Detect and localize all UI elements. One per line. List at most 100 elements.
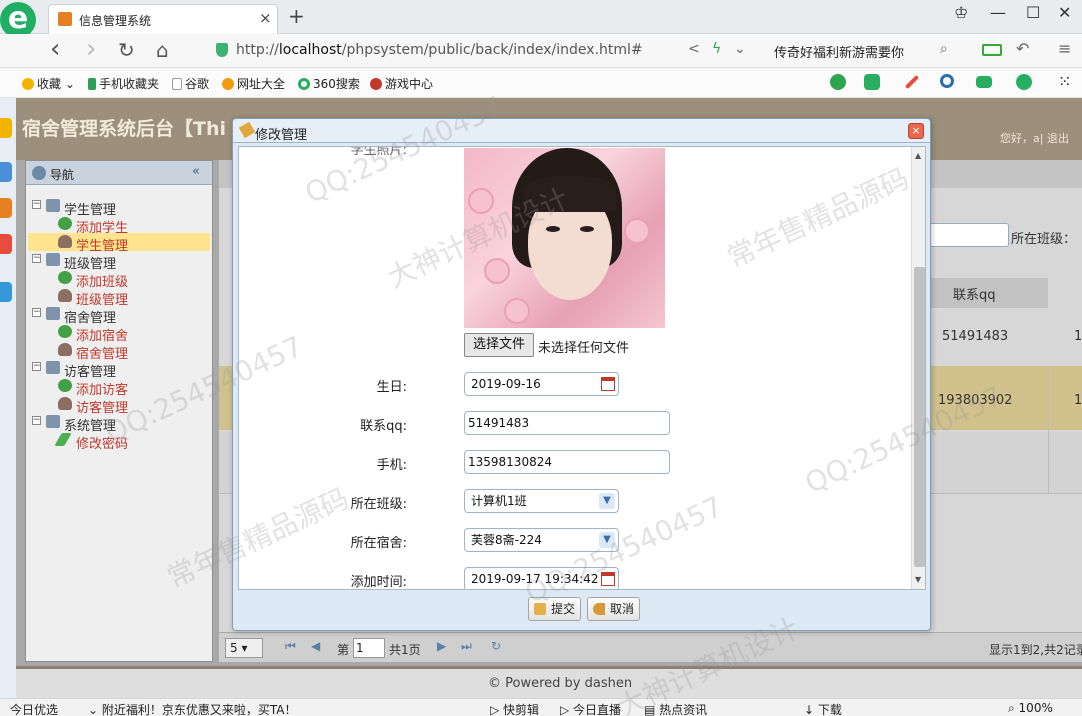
- new-tab-button[interactable]: +: [288, 4, 305, 28]
- money-icon[interactable]: [1016, 74, 1032, 90]
- back-button[interactable]: ‹: [50, 34, 60, 64]
- globe-icon: [32, 166, 46, 180]
- status-news-ticker[interactable]: ⌄ 附近福利！京东优惠又来啦，买TA！: [88, 701, 296, 716]
- class-select[interactable]: 计算机1班 ▼: [464, 489, 619, 513]
- qq-input[interactable]: 51491483: [464, 411, 670, 435]
- side-doc-icon[interactable]: [0, 162, 12, 182]
- undo-icon[interactable]: ↶: [1016, 39, 1029, 58]
- app-title: 宿舍管理系统后台【Thi: [22, 118, 227, 140]
- status-zoom[interactable]: ⌕ 100%: [1008, 701, 1053, 716]
- phone-input[interactable]: 13598130824: [464, 450, 670, 474]
- tab-close-icon[interactable]: ×: [259, 9, 272, 27]
- tree-group[interactable]: − 班级管理: [28, 251, 210, 272]
- pencil-icon: [238, 121, 256, 139]
- tree-item[interactable]: 访客管理: [28, 395, 210, 416]
- home-button[interactable]: ⌂: [156, 38, 169, 62]
- side-favorite-icon[interactable]: [0, 118, 12, 138]
- side-weibo-icon[interactable]: [0, 198, 12, 218]
- calendar-icon[interactable]: [601, 377, 615, 391]
- chat-icon[interactable]: [830, 74, 846, 90]
- scroll-up-icon[interactable]: ▲: [915, 151, 921, 160]
- collapse-icon[interactable]: «: [192, 164, 200, 179]
- refresh-icon[interactable]: ↻: [491, 639, 501, 653]
- tree-item[interactable]: 宿舍管理: [28, 341, 210, 362]
- dorm-select[interactable]: 芙蓉8斋-224 ▼: [464, 528, 619, 552]
- side-app-icon[interactable]: [0, 234, 12, 254]
- collapse-toggle-icon[interactable]: −: [32, 308, 41, 317]
- prev-page-icon[interactable]: ◀: [311, 639, 320, 653]
- choose-file-button[interactable]: 选择文件: [464, 333, 534, 357]
- cancel-button[interactable]: 取消: [587, 597, 640, 621]
- search-input[interactable]: [927, 223, 1009, 247]
- status-live[interactable]: ▷ 今日直播: [560, 701, 621, 716]
- bookmark-google[interactable]: 谷歌: [172, 75, 209, 92]
- side-mail-icon[interactable]: [0, 282, 12, 302]
- tree-group[interactable]: − 系统管理: [28, 413, 210, 434]
- collapse-toggle-icon[interactable]: −: [32, 254, 41, 263]
- chevron-down-icon[interactable]: ▼: [599, 532, 615, 548]
- bookmark-favorites[interactable]: 收藏 ⌄: [22, 75, 75, 92]
- submit-button[interactable]: 提交: [528, 597, 581, 621]
- tree-group[interactable]: − 访客管理: [28, 359, 210, 380]
- browser-side-strip: [0, 98, 16, 698]
- user-logout-link[interactable]: 您好，a| 退出: [1000, 130, 1069, 146]
- status-hot-news[interactable]: ▤ 热点资讯: [644, 701, 707, 716]
- chevron-down-icon[interactable]: ▼: [599, 493, 615, 509]
- forward-button[interactable]: ›: [86, 34, 96, 64]
- last-page-icon[interactable]: ⏭: [461, 639, 472, 654]
- scissors-icon[interactable]: [904, 74, 920, 90]
- tree-item[interactable]: 添加宿舍: [28, 323, 210, 344]
- status-download[interactable]: ↓ 下载: [804, 701, 842, 716]
- tree-item[interactable]: 添加访客: [28, 377, 210, 398]
- scrollbar-thumb[interactable]: [914, 267, 925, 567]
- tree-item[interactable]: 添加班级: [28, 269, 210, 290]
- next-page-icon[interactable]: ▶: [437, 639, 446, 653]
- skin-icon[interactable]: ♔: [954, 3, 968, 22]
- magnifier-icon[interactable]: [940, 74, 954, 88]
- battery-icon[interactable]: [982, 44, 1002, 56]
- search-icon[interactable]: ⌕: [940, 41, 948, 57]
- share-icon[interactable]: <: [688, 41, 700, 57]
- collapse-toggle-icon[interactable]: −: [32, 200, 41, 209]
- birthday-input[interactable]: 2019-09-16: [464, 372, 619, 396]
- translate-icon[interactable]: [864, 74, 880, 90]
- bookmark-web-directory[interactable]: 网址大全: [222, 75, 285, 92]
- dialog-close-button[interactable]: ×: [908, 123, 924, 139]
- page-size-select[interactable]: 5 ▾: [225, 638, 263, 658]
- tree-label: 修改密码: [76, 437, 129, 452]
- grid-menu-icon[interactable]: ⁙: [1058, 72, 1071, 91]
- tree-item[interactable]: 添加学生: [28, 215, 210, 236]
- browser-logo-icon[interactable]: e: [0, 2, 36, 38]
- dialog-scrollbar[interactable]: ▲ ▼: [911, 147, 925, 589]
- first-page-icon[interactable]: ⏮: [285, 639, 296, 654]
- status-daily-picks[interactable]: 今日优选: [10, 701, 58, 716]
- collapse-toggle-icon[interactable]: −: [32, 416, 41, 425]
- bookmark-360-search[interactable]: 360搜索: [298, 75, 360, 92]
- status-quick-edit[interactable]: ▷ 快剪辑: [490, 701, 539, 716]
- bookmark-mobile[interactable]: 手机收藏夹: [88, 75, 159, 92]
- minimize-button[interactable]: —: [990, 3, 1006, 22]
- scroll-down-icon[interactable]: ▼: [915, 575, 921, 584]
- lightning-icon[interactable]: ϟ: [712, 41, 721, 57]
- close-window-button[interactable]: ✕: [1058, 3, 1071, 22]
- calendar-icon[interactable]: [601, 572, 615, 586]
- menu-icon[interactable]: ≡: [1058, 39, 1071, 58]
- column-header-qq[interactable]: 联系qq: [953, 284, 996, 303]
- tree-group[interactable]: − 学生管理: [28, 197, 210, 218]
- added-time-input[interactable]: 2019-09-17 19:34:42: [464, 567, 619, 589]
- browser-tab[interactable]: 信息管理系统 ×: [48, 4, 278, 34]
- address-bar[interactable]: http://localhost/phpsystem/public/back/i…: [210, 38, 680, 64]
- pagination-bar: 5 ▾ ⏮ ◀ 第 1 共1页 ▶ ⏭ ↻ 显示1到2,共2记录: [219, 632, 1082, 662]
- page-number-input[interactable]: 1: [353, 638, 385, 658]
- bookmark-game-center[interactable]: 游戏中心: [370, 75, 433, 92]
- reload-button[interactable]: ↻: [118, 38, 135, 62]
- tree-group[interactable]: − 宿舍管理: [28, 305, 210, 326]
- tree-item[interactable]: 班级管理: [28, 287, 210, 308]
- dropdown-chevron-icon[interactable]: ⌄: [734, 41, 746, 57]
- maximize-button[interactable]: ☐: [1026, 3, 1040, 22]
- promo-text[interactable]: 传奇好福利新游需要你: [774, 42, 904, 61]
- gamepad-icon[interactable]: [976, 76, 992, 88]
- tree-item[interactable]: 学生管理: [28, 233, 210, 254]
- collapse-toggle-icon[interactable]: −: [32, 362, 41, 371]
- tree-item[interactable]: 修改密码: [28, 431, 210, 452]
